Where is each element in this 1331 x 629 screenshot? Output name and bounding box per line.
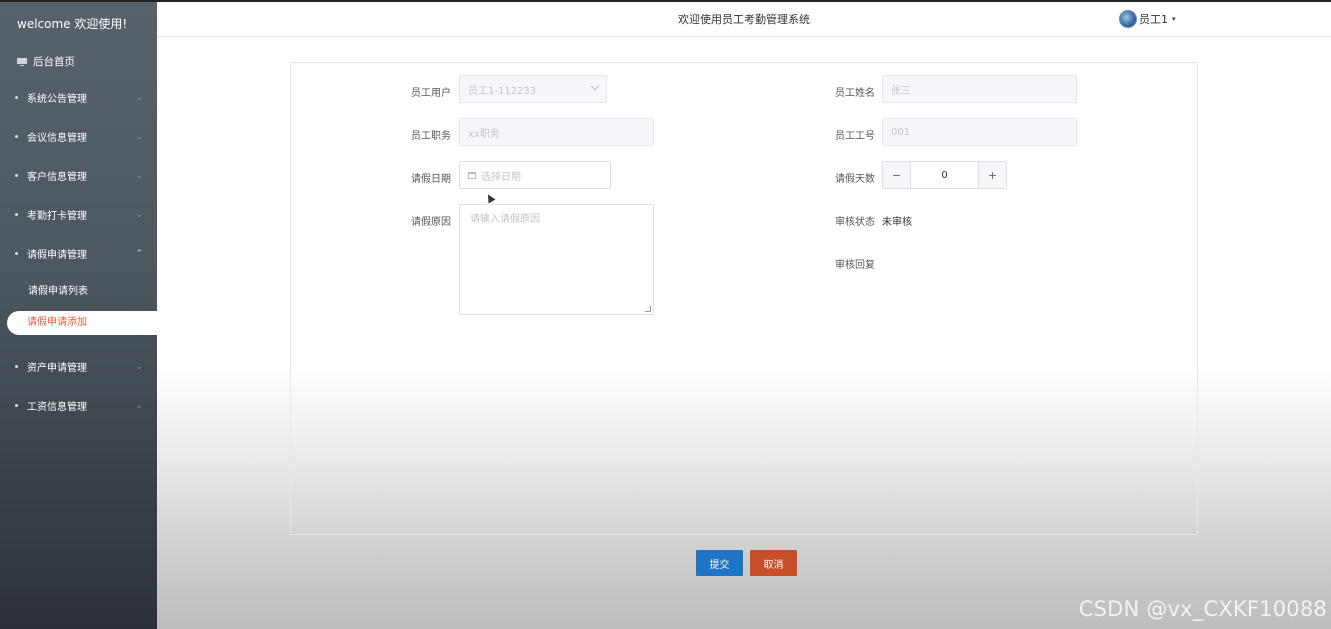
- resize-grip-icon[interactable]: [645, 306, 651, 312]
- calendar-icon: [468, 171, 476, 179]
- review-reply-label: 审核回复: [835, 260, 875, 271]
- watermark: CSDN @vx_CXKF10088: [1078, 597, 1327, 621]
- sidebar-item-label: 请假申请管理: [27, 250, 87, 261]
- avatar: [1119, 10, 1137, 28]
- sidebar-item-attendance[interactable]: 考勤打卡管理 ⌄: [0, 195, 157, 234]
- submit-button[interactable]: 提交: [696, 550, 743, 576]
- sidebar-item-salary[interactable]: 工资信息管理 ⌄: [0, 386, 157, 425]
- sidebar-item-label: 客户信息管理: [27, 172, 87, 183]
- sidebar-item-label: 会议信息管理: [27, 133, 87, 144]
- employee-position-label: 员工职务: [411, 131, 451, 142]
- leave-date-label: 请假日期: [411, 174, 451, 185]
- header: 欢迎使用员工考勤管理系统 员工1 ▾: [157, 0, 1331, 37]
- sidebar-item-meetings[interactable]: 会议信息管理 ⌄: [0, 117, 157, 156]
- bullet-icon: [15, 174, 18, 177]
- employee-user-select[interactable]: 员工1-112233: [459, 75, 607, 103]
- sidebar-item-label: 工资信息管理: [27, 402, 87, 413]
- leave-reason-placeholder: 请输入请假原因: [470, 214, 540, 225]
- employee-position-field[interactable]: xx职务: [459, 118, 654, 146]
- bullet-icon: [15, 365, 18, 368]
- chevron-down-icon: ⌄: [135, 361, 143, 372]
- leave-date-placeholder: 选择日期: [481, 171, 521, 183]
- sidebar-subitem-leave-add[interactable]: 请假申请添加: [7, 311, 157, 335]
- bullet-icon: [15, 252, 18, 255]
- leave-days-stepper[interactable]: − 0 +: [882, 161, 1007, 189]
- employee-name-field[interactable]: 张三: [882, 75, 1077, 103]
- sidebar-item-customers[interactable]: 客户信息管理 ⌄: [0, 156, 157, 195]
- sidebar: welcome 欢迎使用! 后台首页 系统公告管理 ⌄ 会议信息管理 ⌄ 客户信…: [0, 0, 157, 629]
- leave-days-value[interactable]: 0: [911, 162, 978, 188]
- employee-position-value: xx职务: [468, 128, 500, 140]
- chevron-down-icon: ⌄: [135, 131, 143, 142]
- sidebar-item-label: 考勤打卡管理: [27, 211, 87, 222]
- employee-user-value: 员工1-112233: [468, 85, 537, 97]
- sidebar-item-label: 资产申请管理: [27, 363, 87, 374]
- employee-number-field[interactable]: 001: [882, 118, 1077, 146]
- employee-user-label: 员工用户: [411, 88, 451, 99]
- sidebar-item-announcements[interactable]: 系统公告管理 ⌄: [0, 78, 157, 117]
- leave-reason-label: 请假原因: [411, 217, 451, 228]
- increment-button[interactable]: +: [978, 162, 1006, 188]
- review-status-label: 审核状态: [835, 217, 875, 228]
- caret-down-icon: ▾: [1172, 15, 1176, 23]
- sidebar-item-label: 后台首页: [33, 56, 75, 68]
- sidebar-item-assets[interactable]: 资产申请管理 ⌄: [0, 347, 157, 386]
- chevron-up-icon: ⌃: [135, 248, 143, 259]
- cancel-button[interactable]: 取消: [750, 550, 797, 576]
- employee-name-value: 张三: [891, 85, 911, 97]
- monitor-icon: [17, 58, 27, 66]
- sidebar-item-label: 系统公告管理: [27, 94, 87, 105]
- sidebar-item-home[interactable]: 后台首页: [0, 46, 157, 78]
- employee-number-value: 001: [891, 126, 911, 138]
- decrement-button[interactable]: −: [883, 162, 911, 188]
- bullet-icon: [15, 213, 18, 216]
- leave-date-picker[interactable]: 选择日期: [459, 161, 611, 189]
- chevron-down-icon: ⌄: [135, 400, 143, 411]
- user-name: 员工1: [1139, 13, 1168, 26]
- chevron-down-icon: [590, 81, 600, 91]
- sidebar-item-leave[interactable]: 请假申请管理 ⌃: [0, 234, 157, 273]
- main-content: 员工用户 员工1-112233 员工姓名 张三 员工职务 xx职务 员工工号 0…: [157, 37, 1331, 629]
- user-menu[interactable]: 员工1 ▾: [1119, 10, 1176, 28]
- leave-reason-textarea[interactable]: 请输入请假原因: [459, 204, 654, 315]
- chevron-down-icon: ⌄: [135, 209, 143, 220]
- employee-name-label: 员工姓名: [835, 88, 875, 99]
- sidebar-subitem-leave-list[interactable]: 请假申请列表: [0, 273, 157, 310]
- bullet-icon: [15, 96, 18, 99]
- chevron-down-icon: ⌄: [135, 92, 143, 103]
- leave-days-label: 请假天数: [835, 174, 875, 185]
- chevron-down-icon: ⌄: [135, 170, 143, 181]
- employee-number-label: 员工工号: [835, 131, 875, 142]
- review-status-value: 未审核: [882, 217, 912, 228]
- sidebar-welcome: welcome 欢迎使用!: [17, 17, 128, 31]
- bullet-icon: [15, 135, 18, 138]
- bullet-icon: [15, 404, 18, 407]
